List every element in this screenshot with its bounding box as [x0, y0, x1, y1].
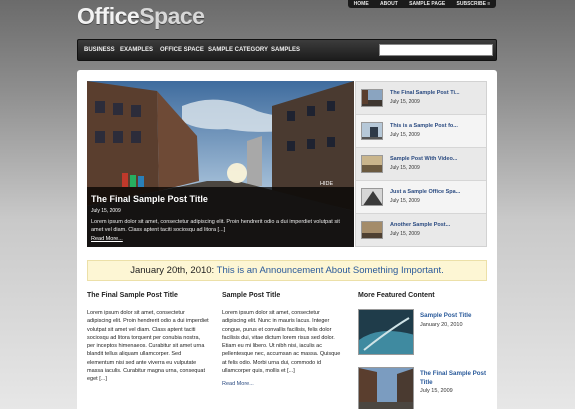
thumb-date: July 15, 2009: [390, 99, 420, 105]
more-featured-image[interactable]: [358, 367, 414, 409]
top-nav: HOME ABOUT SAMPLE PAGE SUBSCRIBE ≡: [348, 0, 496, 8]
post-column-2: Sample Post Title Lorem ipsum dolor sit …: [222, 292, 344, 387]
more-featured-image[interactable]: [358, 309, 414, 355]
thumb-item[interactable]: Just a Sample Office Spa... July 15, 200…: [356, 181, 486, 214]
thumb-item[interactable]: Sample Post With Video... July 15, 2009: [356, 148, 486, 181]
post-column-1: The Final Sample Post Title Lorem ipsum …: [87, 292, 209, 384]
more-featured-title-text: Sample Post Title: [420, 312, 472, 319]
thumb-image: [361, 221, 383, 239]
read-more-link[interactable]: Read More...: [222, 381, 344, 387]
nav-item-office-space[interactable]: OFFICE SPACE: [160, 47, 204, 53]
more-featured-heading: More Featured Content: [358, 292, 435, 299]
post-excerpt: Lorem ipsum dolor sit amet, consectetur …: [87, 310, 209, 383]
post-title[interactable]: Sample Post Title: [222, 292, 344, 299]
thumb-title[interactable]: Sample Post With Video...: [390, 156, 457, 162]
featured-slider[interactable]: HIDE The Final Sample Post Title July 15…: [87, 81, 354, 247]
more-featured-date: July 15, 2009: [420, 388, 453, 394]
top-nav-about[interactable]: ABOUT: [380, 1, 398, 7]
more-featured-item[interactable]: Sample Post Title January 20, 2010: [358, 309, 490, 361]
nav-item-examples[interactable]: EXAMPLES: [120, 47, 153, 53]
rss-icon: ≡: [487, 1, 491, 7]
nav-item-sample-category[interactable]: SAMPLE CATEGORY: [208, 47, 268, 53]
thumb-title[interactable]: Another Sample Post...: [390, 222, 450, 228]
hide-toggle[interactable]: HIDE: [320, 181, 333, 187]
featured-thumb-list: The Final Sample Post Ti... July 15, 200…: [355, 81, 487, 247]
more-featured-item[interactable]: The Final Sample Post Title July 15, 200…: [358, 367, 490, 409]
announcement-date: January 20th, 2010:: [130, 265, 215, 276]
main-nav: BUSINESS EXAMPLES OFFICE SPACE SAMPLE CA…: [77, 39, 497, 61]
thumb-image: [361, 188, 383, 206]
search-input[interactable]: [379, 44, 493, 56]
announcement-link[interactable]: This is an Announcement About Something …: [217, 265, 444, 276]
thumb-title[interactable]: Just a Sample Office Spa...: [390, 189, 460, 195]
thumb-image: [361, 155, 383, 173]
thumb-image: [361, 89, 383, 107]
featured-title[interactable]: The Final Sample Post Title: [91, 194, 208, 204]
thumb-item[interactable]: This is a Sample Post fo... July 15, 200…: [356, 115, 486, 148]
thumb-date: July 15, 2009: [390, 132, 420, 138]
site-logo[interactable]: OfficeSpace: [77, 3, 205, 30]
more-featured-title[interactable]: Sample Post Title January 20, 2010: [420, 312, 471, 329]
thumb-image: [361, 122, 383, 140]
more-featured-title-text: The Final Sample Post Title: [420, 370, 487, 386]
thumb-date: July 15, 2009: [390, 198, 420, 204]
top-nav-sample-page[interactable]: SAMPLE PAGE: [409, 1, 445, 7]
nav-item-samples[interactable]: SAMPLES: [271, 47, 300, 53]
thumb-item[interactable]: Another Sample Post... July 15, 2009: [356, 214, 486, 247]
thumb-title[interactable]: The Final Sample Post Ti...: [390, 90, 460, 96]
thumb-date: July 15, 2009: [390, 165, 420, 171]
post-excerpt: Lorem ipsum dolor sit amet, consectetur …: [222, 310, 341, 375]
logo-space: Space: [139, 3, 205, 29]
more-featured-date: January 20, 2010: [420, 321, 463, 328]
thumb-title[interactable]: This is a Sample Post fo...: [390, 123, 458, 129]
announcement-bar: January 20th, 2010: This is an Announcem…: [87, 260, 487, 281]
more-featured-content: More Featured Content Sample Post Title …: [358, 292, 490, 409]
post-title[interactable]: The Final Sample Post Title: [87, 292, 209, 299]
thumb-item[interactable]: The Final Sample Post Ti... July 15, 200…: [356, 82, 486, 115]
top-nav-subscribe-label: SUBSCRIBE: [456, 1, 486, 7]
featured-date: July 15, 2009: [91, 208, 121, 214]
featured-read-more[interactable]: Read More...: [91, 236, 123, 242]
content-panel: HIDE The Final Sample Post Title July 15…: [77, 70, 497, 409]
logo-office: Office: [77, 3, 140, 29]
featured-excerpt: Lorem ipsum dolor sit amet, consectetur …: [91, 219, 340, 233]
more-featured-title[interactable]: The Final Sample Post Title July 15, 200…: [420, 370, 490, 396]
top-nav-home[interactable]: HOME: [354, 1, 369, 7]
nav-item-business[interactable]: BUSINESS: [84, 47, 115, 53]
top-nav-subscribe[interactable]: SUBSCRIBE ≡: [457, 1, 491, 7]
thumb-date: July 15, 2009: [390, 231, 420, 237]
